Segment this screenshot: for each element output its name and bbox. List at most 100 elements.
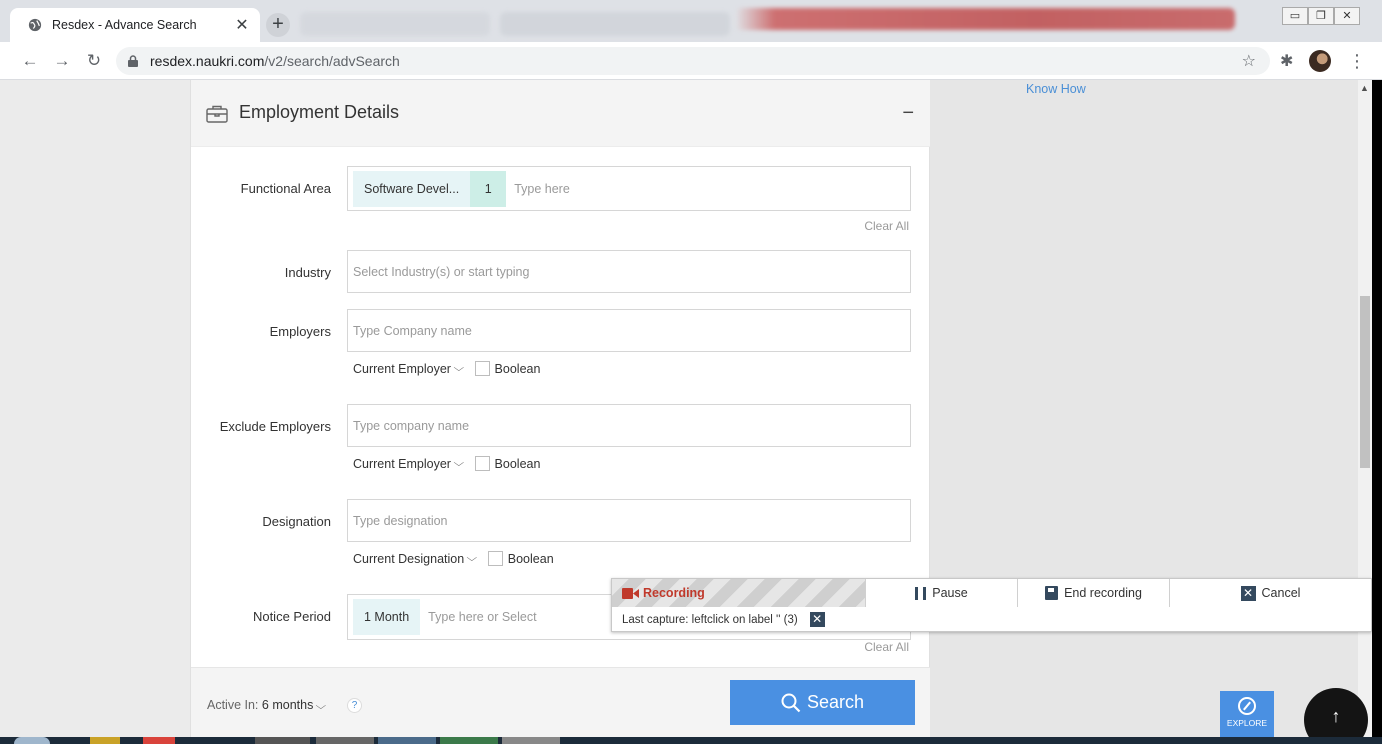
restore-icon[interactable]: ❐: [1308, 7, 1334, 25]
functional-area-chip[interactable]: Software Devel...: [353, 170, 471, 207]
industry-label: Industry: [284, 265, 331, 280]
close-tab-icon[interactable]: ✕: [234, 15, 250, 35]
taskbar-app[interactable]: [316, 737, 374, 744]
kebab-menu-icon[interactable]: ⋮: [1348, 51, 1366, 72]
taskbar-app[interactable]: [502, 737, 560, 744]
chevron-down-icon[interactable]: ⌵: [453, 363, 464, 374]
notice-period-label: Notice Period: [252, 609, 331, 624]
scrollbar-thumb[interactable]: [1360, 296, 1370, 468]
dismiss-capture-icon[interactable]: ✕: [809, 612, 825, 627]
designation-input[interactable]: Type designation: [347, 499, 911, 542]
help-icon[interactable]: ?: [347, 698, 362, 713]
exclude-employers-scope-dropdown[interactable]: Current Employer: [353, 457, 451, 471]
recorder-controls: Recording Pause End recording ✕ Cancel: [612, 579, 1371, 607]
pause-button[interactable]: Pause: [865, 579, 1017, 607]
know-how-link[interactable]: Know How: [1026, 82, 1086, 96]
blurred-tab[interactable]: [300, 12, 490, 36]
scroll-up-arrow-icon[interactable]: ▲: [1360, 83, 1369, 93]
recording-label: Recording: [643, 586, 705, 600]
notice-period-placeholder: Type here or Select: [428, 610, 537, 624]
close-window-icon[interactable]: ✕: [1334, 7, 1360, 25]
back-arrow-icon[interactable]: ←: [20, 52, 40, 70]
designation-boolean-label[interactable]: Boolean: [508, 552, 554, 566]
search-footer: Active In: 6 months ⌵ ? Search: [191, 667, 930, 737]
right-side-panel: Know How: [930, 80, 1358, 737]
taskbar-app[interactable]: [378, 737, 436, 744]
profile-avatar[interactable]: [1309, 50, 1331, 72]
end-recording-label: End recording: [1064, 586, 1142, 600]
window-edge: [1372, 80, 1382, 737]
designation-label: Designation: [262, 514, 331, 529]
window-controls: ▭ ❐ ✕: [1282, 7, 1360, 25]
recording-status: Recording: [612, 579, 865, 607]
globe-icon: [28, 18, 42, 32]
designation-options: Current Designation ⌵ Boolean: [353, 551, 554, 566]
exclude-employers-boolean-label[interactable]: Boolean: [495, 457, 541, 471]
active-in-label: Active In:: [207, 698, 259, 712]
active-in-filter[interactable]: Active In: 6 months ⌵: [207, 698, 326, 712]
designation-scope-dropdown[interactable]: Current Designation: [353, 552, 464, 566]
reload-icon[interactable]: ↻: [84, 52, 104, 70]
pause-label: Pause: [932, 586, 968, 600]
section-title: Employment Details: [239, 102, 400, 122]
close-icon: ✕: [1240, 585, 1256, 601]
new-tab-button[interactable]: +: [266, 13, 290, 37]
functional-area-count[interactable]: 1: [470, 170, 507, 207]
last-capture-row: Last capture: leftclick on label '' (3) …: [622, 612, 825, 627]
industry-input[interactable]: Select Industry(s) or start typing: [347, 250, 911, 293]
browser-tab-active[interactable]: Resdex - Advance Search ✕: [10, 8, 260, 42]
save-icon: [1045, 586, 1059, 600]
url-host: resdex.naukri.com: [150, 53, 265, 69]
minimize-icon[interactable]: ▭: [1282, 7, 1308, 25]
url-path: /v2/search/advSearch: [264, 53, 400, 69]
lock-icon: [128, 55, 138, 67]
blurred-tab[interactable]: [500, 12, 730, 36]
designation-boolean-checkbox[interactable]: [487, 551, 503, 566]
explore-widget[interactable]: EXPLORE: [1220, 691, 1274, 737]
taskbar-app[interactable]: [90, 737, 120, 744]
forward-arrow-icon[interactable]: →: [52, 52, 72, 70]
section-header[interactable]: Employment Details −: [191, 80, 930, 147]
functional-area-input[interactable]: Software Devel... 1 Type here: [347, 166, 911, 211]
employers-label: Employers: [269, 324, 331, 339]
exclude-employers-input[interactable]: Type company name: [347, 404, 911, 447]
exclude-employers-options: Current Employer ⌵ Boolean: [353, 456, 540, 471]
employers-boolean-label[interactable]: Boolean: [495, 362, 541, 376]
start-button[interactable]: [14, 737, 50, 744]
taskbar-app[interactable]: [143, 737, 175, 744]
tab-title: Resdex - Advance Search: [52, 18, 197, 32]
search-button[interactable]: Search: [730, 680, 915, 725]
employers-boolean-checkbox[interactable]: [474, 361, 490, 376]
designation-placeholder: Type designation: [353, 513, 448, 528]
page-viewport: Employment Details − Functional Area Sof…: [0, 80, 1382, 737]
active-in-value[interactable]: 6 months: [262, 698, 313, 712]
address-bar[interactable]: resdex.naukri.com/v2/search/advSearch ☆: [116, 47, 1270, 75]
exclude-employers-boolean-checkbox[interactable]: [474, 456, 490, 471]
employers-input[interactable]: Type Company name: [347, 309, 911, 352]
left-gutter: [0, 80, 190, 737]
browser-titlebar: Resdex - Advance Search ✕ + ▭ ❐ ✕: [0, 0, 1382, 42]
end-recording-button[interactable]: End recording: [1017, 579, 1169, 607]
cancel-button[interactable]: ✕ Cancel: [1169, 579, 1371, 607]
chevron-down-icon[interactable]: ⌵: [453, 458, 464, 469]
arrow-up-icon: ↑: [1331, 706, 1341, 726]
taskbar-app[interactable]: [440, 737, 498, 744]
notice-period-clear-all[interactable]: Clear All: [864, 640, 909, 654]
extensions-puzzle-icon[interactable]: ✱: [1280, 51, 1293, 71]
taskbar-app[interactable]: [255, 737, 310, 744]
employers-scope-dropdown[interactable]: Current Employer: [353, 362, 451, 376]
collapse-minus-icon[interactable]: −: [902, 102, 914, 125]
explore-label: EXPLORE: [1226, 718, 1268, 728]
blurred-tab[interactable]: [735, 8, 1235, 30]
search-button-label: Search: [806, 692, 865, 712]
functional-area-placeholder: Type here: [514, 181, 570, 196]
compass-icon: [1238, 697, 1256, 715]
search-icon: [781, 693, 801, 712]
chevron-down-icon[interactable]: ⌵: [467, 553, 478, 564]
last-capture-text: Last capture: leftclick on label '' (3): [622, 613, 798, 626]
notice-period-chip[interactable]: 1 Month: [353, 599, 421, 635]
bookmark-star-icon[interactable]: ☆: [1242, 51, 1256, 71]
page-scrollbar[interactable]: ▲ ▼: [1358, 80, 1372, 737]
chevron-down-icon[interactable]: ⌵: [315, 701, 326, 712]
functional-area-clear-all[interactable]: Clear All: [864, 219, 909, 233]
